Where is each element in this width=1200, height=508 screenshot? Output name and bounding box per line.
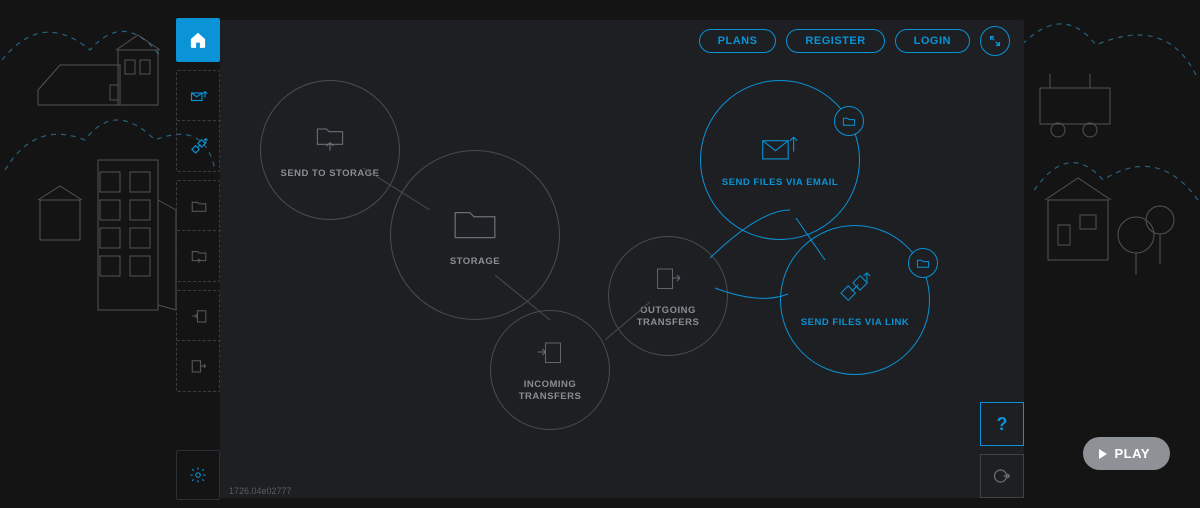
right-actions: ? (980, 402, 1024, 498)
bubble-label: SEND TO STORAGE (281, 168, 380, 180)
version-text: 1726.04e02777 (229, 486, 292, 496)
sidebar-item-folder-upload[interactable] (177, 231, 221, 281)
bubble-label: OUTGOING TRANSFERS (637, 305, 700, 330)
login-button[interactable]: LOGIN (895, 29, 970, 53)
expand-button[interactable] (980, 26, 1010, 56)
plans-button[interactable]: PLANS (699, 29, 777, 53)
sidebar-item-outgoing[interactable] (177, 341, 221, 391)
bubble-send-via-link[interactable]: SEND FILES VIA LINK (780, 225, 930, 375)
sidebar-item-incoming[interactable] (177, 291, 221, 341)
bubble-label: SEND FILES VIA LINK (801, 317, 909, 329)
sidebar-item-folder[interactable] (177, 181, 221, 231)
sidebar (176, 18, 220, 500)
bubble-storage[interactable]: STORAGE (390, 150, 560, 320)
play-button[interactable]: PLAY (1083, 437, 1170, 470)
bubble-label: SEND FILES VIA EMAIL (722, 177, 838, 189)
sidebar-item-settings[interactable] (176, 450, 220, 500)
home-button[interactable] (176, 18, 220, 62)
bubble-label: STORAGE (450, 256, 500, 268)
bubble-outgoing-transfers[interactable]: OUTGOING TRANSFERS (608, 236, 728, 356)
bubble-incoming-transfers[interactable]: INCOMING TRANSFERS (490, 310, 610, 430)
exit-button[interactable] (980, 454, 1024, 498)
help-icon: ? (997, 414, 1008, 435)
sidebar-item-email[interactable] (177, 71, 221, 121)
sidebar-item-link[interactable] (177, 121, 221, 171)
main-panel: SEND TO STORAGE STORAGE OUTGOING TRANSFE… (220, 20, 1024, 498)
bubble-send-via-email[interactable]: SEND FILES VIA EMAIL (700, 80, 860, 240)
satellite-folder-link[interactable] (908, 248, 938, 278)
topbar: PLANS REGISTER LOGIN (699, 26, 1010, 56)
play-label: PLAY (1115, 446, 1150, 461)
register-button[interactable]: REGISTER (786, 29, 884, 53)
bubble-label: INCOMING TRANSFERS (519, 379, 582, 404)
satellite-folder-email[interactable] (834, 106, 864, 136)
bubble-send-to-storage[interactable]: SEND TO STORAGE (260, 80, 400, 220)
help-button[interactable]: ? (980, 402, 1024, 446)
play-icon (1099, 449, 1107, 459)
